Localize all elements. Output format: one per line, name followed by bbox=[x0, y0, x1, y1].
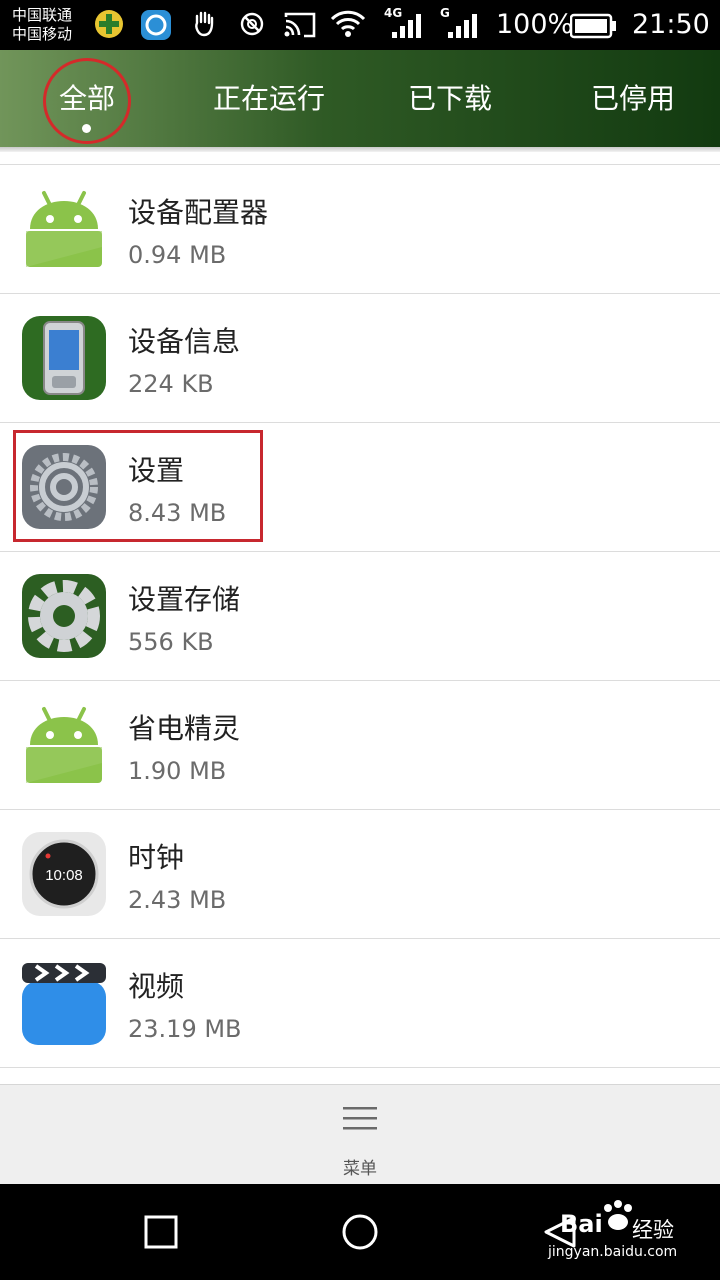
signal-2-icon bbox=[448, 14, 477, 38]
navigation-bar: Bai 经验 jingyan.baidu.com bbox=[0, 1184, 720, 1280]
tab-running[interactable]: 正在运行 bbox=[194, 50, 344, 147]
hand-stop-icon bbox=[195, 11, 214, 37]
carrier-labels: 中国联通 中国移动 bbox=[12, 6, 72, 44]
list-item[interactable]: 设备配置器 0.94 MB bbox=[0, 164, 720, 293]
clock-time: 21:50 bbox=[632, 9, 710, 40]
browser-app-icon bbox=[141, 10, 171, 40]
highlight-circle-annotation bbox=[43, 58, 131, 144]
clock-icon: 10:08 bbox=[22, 832, 106, 916]
app-name: 设备配置器 bbox=[128, 196, 269, 229]
list-item[interactable]: 省电精灵 1.90 MB bbox=[0, 680, 720, 809]
app-name: 设置存储 bbox=[128, 583, 241, 616]
app-size: 2.43 MB bbox=[128, 886, 227, 914]
app-name: 设备信息 bbox=[128, 325, 241, 358]
recent-apps-icon[interactable] bbox=[144, 1215, 178, 1249]
app-name: 时钟 bbox=[128, 841, 185, 874]
app-size: 556 KB bbox=[128, 628, 214, 656]
app-size: 1.90 MB bbox=[128, 757, 227, 785]
battery-icon bbox=[570, 13, 616, 39]
tab-disabled[interactable]: 已停用 bbox=[568, 50, 698, 147]
storage-gear-icon bbox=[22, 574, 106, 658]
status-bar: 中国联通 中国移动 4G G 100% 21:50 bbox=[0, 0, 720, 50]
clock-face-text: 10:08 bbox=[45, 867, 83, 884]
video-clapper-icon bbox=[22, 963, 106, 1045]
carrier-1: 中国联通 bbox=[12, 6, 73, 24]
list-item[interactable]: 设置存储 556 KB bbox=[0, 551, 720, 680]
tab-downloaded[interactable]: 已下载 bbox=[385, 50, 515, 147]
app-size: 224 KB bbox=[128, 370, 214, 398]
no-sim-icon bbox=[240, 12, 264, 36]
watermark-brand-2: 经验 bbox=[632, 1218, 674, 1242]
carrier-2: 中国移动 bbox=[12, 25, 73, 43]
highlight-rect-annotation bbox=[13, 430, 263, 542]
app-name: 视频 bbox=[128, 970, 185, 1003]
list-item[interactable]: 视频 23.19 MB bbox=[0, 938, 720, 1067]
app-name: 省电精灵 bbox=[128, 712, 241, 745]
list-item[interactable]: 设备信息 224 KB bbox=[0, 293, 720, 422]
cast-icon bbox=[284, 12, 316, 38]
watermark-url: jingyan.baidu.com bbox=[548, 1244, 678, 1260]
app-size: 0.94 MB bbox=[128, 241, 227, 269]
signal-1-icon bbox=[392, 14, 421, 38]
tabbar-shadow bbox=[0, 147, 720, 152]
hamburger-menu-icon[interactable] bbox=[342, 1105, 378, 1133]
watermark-brand-1: Bai bbox=[560, 1210, 603, 1238]
wifi-icon bbox=[330, 10, 366, 37]
android-robot-icon bbox=[26, 707, 102, 783]
list-item[interactable]: 10:08 时钟 2.43 MB bbox=[0, 809, 720, 938]
plus-app-icon bbox=[95, 10, 123, 38]
phone-device-icon bbox=[22, 316, 106, 400]
android-robot-icon bbox=[26, 191, 102, 267]
app-size: 23.19 MB bbox=[128, 1015, 242, 1043]
battery-percent: 100% bbox=[496, 9, 574, 40]
menu-label[interactable]: 菜单 bbox=[0, 1154, 720, 1179]
home-icon[interactable] bbox=[341, 1213, 379, 1251]
